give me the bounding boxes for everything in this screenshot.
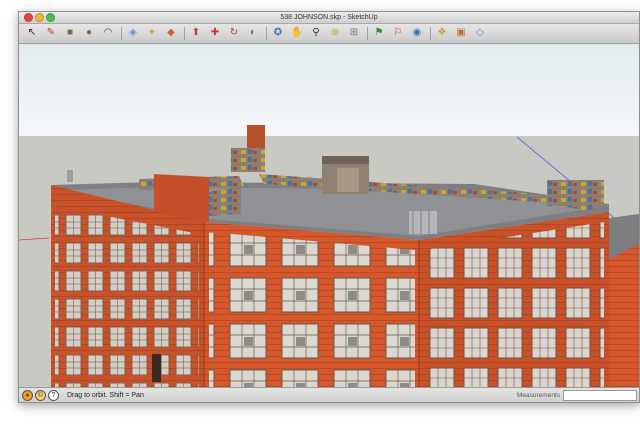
paint-bucket-tool-icon[interactable]: ◆ <box>164 26 178 40</box>
title-bar: 538 JOHNSON.skp - SketchUp <box>19 12 639 24</box>
toolbar-separator <box>266 27 267 40</box>
help-icon[interactable]: ? <box>48 390 59 401</box>
eraser-tool-icon[interactable]: ◈ <box>126 26 140 40</box>
geo-location-icon[interactable]: ● <box>22 390 33 401</box>
toolbar-separator <box>121 27 122 40</box>
status-bar: ? © ● Drag to orbit. Shift = Pan Measureme… <box>19 387 639 402</box>
share-model-icon[interactable]: ⚐ <box>391 26 405 40</box>
rectangle-tool-icon[interactable]: ■ <box>63 26 77 40</box>
circle-tool-icon[interactable]: ● <box>82 26 96 40</box>
main-toolbar: ↖ ✎ ■ ● ◠ ◈ ✦ ◆ ⬆ ✚ ↻ ◐ ✪ ✋ ⚲ ⊕ ⊞ ⚑ ⚐ ◉ ❖ ▣ ◇ <box>19 24 639 44</box>
window-title: 538 JOHNSON.skp - SketchUp <box>280 14 378 21</box>
get-models-icon[interactable]: ⚑ <box>372 26 386 40</box>
sky-background <box>19 44 639 136</box>
measurements-label: Measurements <box>517 392 560 399</box>
offset-tool-icon[interactable]: ◐ <box>246 26 260 40</box>
credits-icon[interactable]: © <box>35 390 46 401</box>
warehouse-building <box>51 174 609 387</box>
components-icon[interactable]: ❖ <box>435 26 449 40</box>
zoom-window-tool-icon[interactable]: ⊕ <box>328 26 342 40</box>
status-hint: Drag to orbit. Shift = Pan <box>67 392 144 399</box>
move-tool-icon[interactable]: ✚ <box>208 26 222 40</box>
pan-tool-icon[interactable]: ✋ <box>290 26 304 40</box>
toolbar-separator <box>184 27 185 40</box>
right-wing-building <box>604 214 639 387</box>
orbit-tool-icon[interactable]: ✪ <box>271 26 285 40</box>
arc-tool-icon[interactable]: ◠ <box>101 26 115 40</box>
zoom-extents-tool-icon[interactable]: ⊞ <box>347 26 361 40</box>
model-viewport[interactable] <box>19 44 639 387</box>
styles-icon[interactable]: ◇ <box>473 26 487 40</box>
measurements-input[interactable] <box>563 390 637 401</box>
pencil-tool-icon[interactable]: ✎ <box>44 26 58 40</box>
toolbar-separator <box>430 27 431 40</box>
google-earth-icon[interactable]: ◉ <box>410 26 424 40</box>
materials-icon[interactable]: ▣ <box>454 26 468 40</box>
sketchup-window: 538 JOHNSON.skp - SketchUp ↖ ✎ ■ ● ◠ ◈ ✦ ◆ ⬆ ✚ ↻ ◐ ✪… <box>18 11 640 403</box>
toolbar-separator <box>367 27 368 40</box>
tape-measure-tool-icon[interactable]: ✦ <box>145 26 159 40</box>
rotate-tool-icon[interactable]: ↻ <box>227 26 241 40</box>
3d-model-view[interactable] <box>19 44 639 387</box>
push-pull-tool-icon[interactable]: ⬆ <box>189 26 203 40</box>
select-tool-icon[interactable]: ↖ <box>25 26 39 40</box>
zoom-tool-icon[interactable]: ⚲ <box>309 26 323 40</box>
